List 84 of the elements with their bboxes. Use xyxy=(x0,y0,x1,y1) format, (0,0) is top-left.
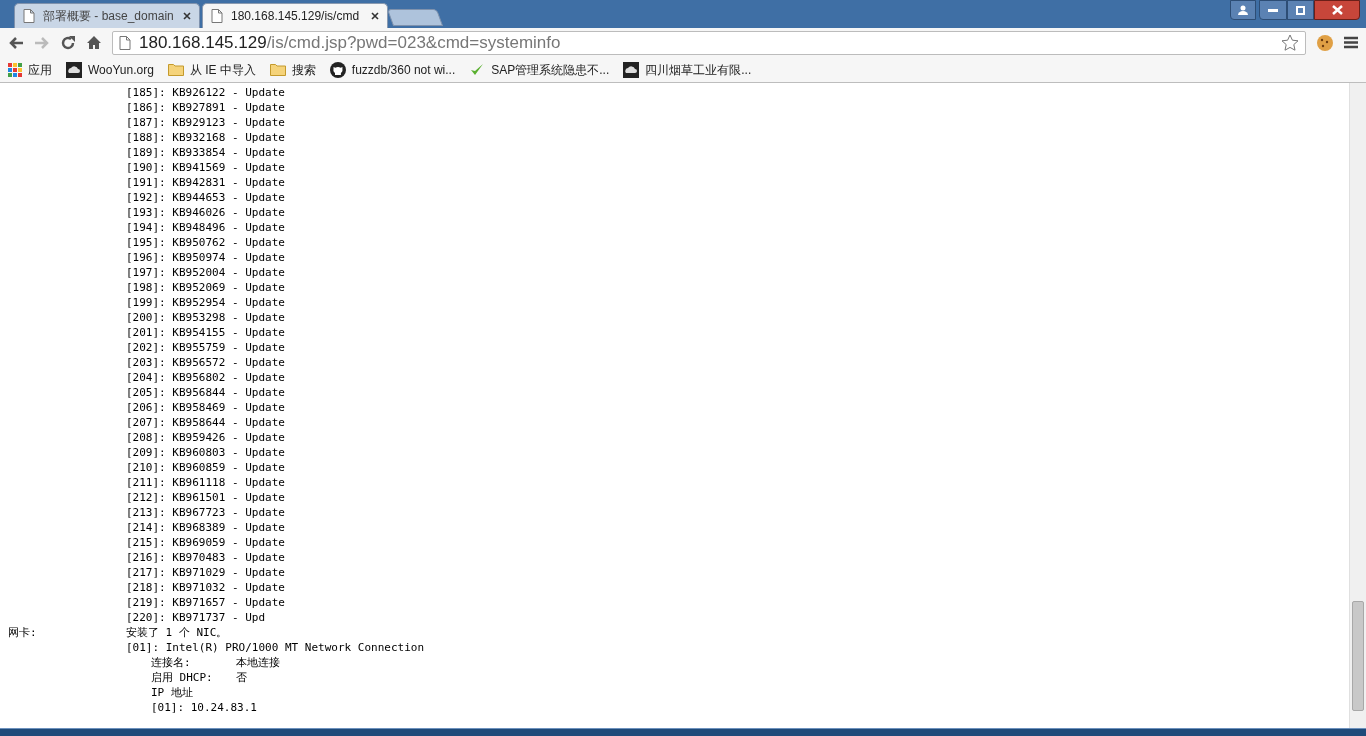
hotfix-line: [199]: KB952954 - Update xyxy=(126,296,285,309)
hotfix-line: [203]: KB956572 - Update xyxy=(126,356,285,369)
bookmark-link[interactable]: WooYun.org xyxy=(66,60,154,79)
page-icon xyxy=(211,9,223,23)
hotfix-line: [213]: KB967723 - Update xyxy=(126,506,285,519)
hotfix-line: [218]: KB971032 - Update xyxy=(126,581,285,594)
hotfix-line: [219]: KB971657 - Update xyxy=(126,596,285,609)
restore-button[interactable] xyxy=(1287,0,1314,20)
minimize-button[interactable] xyxy=(1259,0,1287,20)
hotfix-line: [216]: KB970483 - Update xyxy=(126,551,285,564)
network-label: 网卡: xyxy=(8,625,38,640)
close-icon[interactable] xyxy=(371,12,379,20)
folder-icon xyxy=(167,63,184,76)
url-path: /is/cmd.jsp?pwd=023&cmd=systeminfo xyxy=(266,31,561,54)
bookmark-link[interactable]: 应用 xyxy=(8,60,52,79)
browser-tab[interactable]: 180.168.145.129/is/cmd xyxy=(202,3,388,28)
hotfix-line: [186]: KB927891 - Update xyxy=(126,101,285,114)
hotfix-line: [191]: KB942831 - Update xyxy=(126,176,285,189)
bookmark-link[interactable]: 从 IE 中导入 xyxy=(167,60,256,79)
hotfix-line: [217]: KB971029 - Update xyxy=(126,566,285,579)
cookie-icon[interactable] xyxy=(1316,33,1334,52)
hotfix-line: [209]: KB960803 - Update xyxy=(126,446,285,459)
bookmark-link[interactable]: 搜索 xyxy=(269,60,316,79)
browser-tab[interactable]: 部署概要 - base_domain xyxy=(14,3,200,28)
hotfix-line: [206]: KB958469 - Update xyxy=(126,401,285,414)
grid-icon xyxy=(8,62,22,77)
hotfix-line: [202]: KB955759 - Update xyxy=(126,341,285,354)
hotfix-line: [197]: KB952004 - Update xyxy=(126,266,285,279)
adapter-line: [01]: Intel(R) PRO/1000 MT Network Connection xyxy=(126,641,424,654)
close-button[interactable] xyxy=(1314,0,1360,20)
detail-value: 本地连接 xyxy=(236,655,280,670)
tab-title: 部署概要 - base_domain xyxy=(43,8,175,25)
hotfix-line: [198]: KB952069 - Update xyxy=(126,281,285,294)
hotfix-line: [207]: KB958644 - Update xyxy=(126,416,285,429)
hotfix-line: [185]: KB926122 - Update xyxy=(126,86,285,99)
bookmark-link[interactable]: 四川烟草工业有限... xyxy=(623,60,752,79)
cloud-icon xyxy=(66,61,82,78)
menu-icon[interactable] xyxy=(1344,36,1358,49)
hotfix-line: [195]: KB950762 - Update xyxy=(126,236,285,249)
hotfix-line: [201]: KB954155 - Update xyxy=(126,326,285,339)
hotfix-line: [204]: KB956802 - Update xyxy=(126,371,285,384)
hotfix-line: [211]: KB961118 - Update xyxy=(126,476,285,489)
hotfix-line: [190]: KB941569 - Update xyxy=(126,161,285,174)
back-icon[interactable] xyxy=(8,35,24,50)
person-icon xyxy=(1238,5,1248,15)
detail-label: [01]: 10.24.83.1 xyxy=(151,700,257,715)
hotfix-line: [193]: KB946026 - Update xyxy=(126,206,285,219)
hotfix-line: [210]: KB960859 - Update xyxy=(126,461,285,474)
hotfix-line: [187]: KB929123 - Update xyxy=(126,116,285,129)
cloud-icon xyxy=(623,61,640,78)
hotfix-line: [192]: KB944653 - Update xyxy=(126,191,285,204)
detail-value: 否 xyxy=(236,670,247,685)
hotfix-line: [188]: KB932168 - Update xyxy=(126,131,285,144)
folder-icon xyxy=(269,63,286,76)
close-icon[interactable] xyxy=(183,12,191,20)
scroll-thumb[interactable] xyxy=(1352,601,1364,711)
star-icon[interactable] xyxy=(1281,34,1299,51)
address-bar[interactable]: 180.168.145.129/is/cmd.jsp?pwd=023&cmd=systeminfo xyxy=(112,30,1306,55)
detail-label: IP 地址 xyxy=(151,685,193,700)
close-icon xyxy=(1331,5,1343,15)
hotfix-line: [220]: KB971737 - Upd xyxy=(126,611,266,624)
url-host: 180.168.145.129 xyxy=(139,31,267,54)
hotfix-line: [215]: KB969059 - Update xyxy=(126,536,285,549)
hotfix-line: [200]: KB953298 - Update xyxy=(126,311,285,324)
home-icon[interactable] xyxy=(86,35,102,50)
page-icon xyxy=(23,9,35,23)
scrollbar[interactable] xyxy=(1349,83,1366,728)
network-summary: 安装了 1 个 NIC。 xyxy=(126,625,228,640)
github-icon xyxy=(329,61,346,78)
detail-label: 启用 DHCP: xyxy=(151,670,214,685)
hotfix-line: [189]: KB933854 - Update xyxy=(126,146,285,159)
hotfix-line: [212]: KB961501 - Update xyxy=(126,491,285,504)
hotfix-line: [214]: KB968389 - Update xyxy=(126,521,285,534)
tab-title: 180.168.145.129/is/cmd xyxy=(231,8,361,25)
hotfix-line: [205]: KB956844 - Update xyxy=(126,386,285,399)
bookmark-link[interactable]: SAP管理系统隐患不... xyxy=(469,60,610,79)
hotfix-line: [194]: KB948496 - Update xyxy=(126,221,285,234)
hotfix-line: [196]: KB950974 - Update xyxy=(126,251,285,264)
bookmark-link[interactable]: fuzzdb/360 not wi... xyxy=(329,60,456,79)
user-button[interactable] xyxy=(1230,0,1256,20)
page-icon xyxy=(119,35,131,50)
reload-icon[interactable] xyxy=(60,34,76,51)
detail-label: 连接名: xyxy=(151,655,192,670)
hotfix-line: [208]: KB959426 - Update xyxy=(126,431,285,444)
